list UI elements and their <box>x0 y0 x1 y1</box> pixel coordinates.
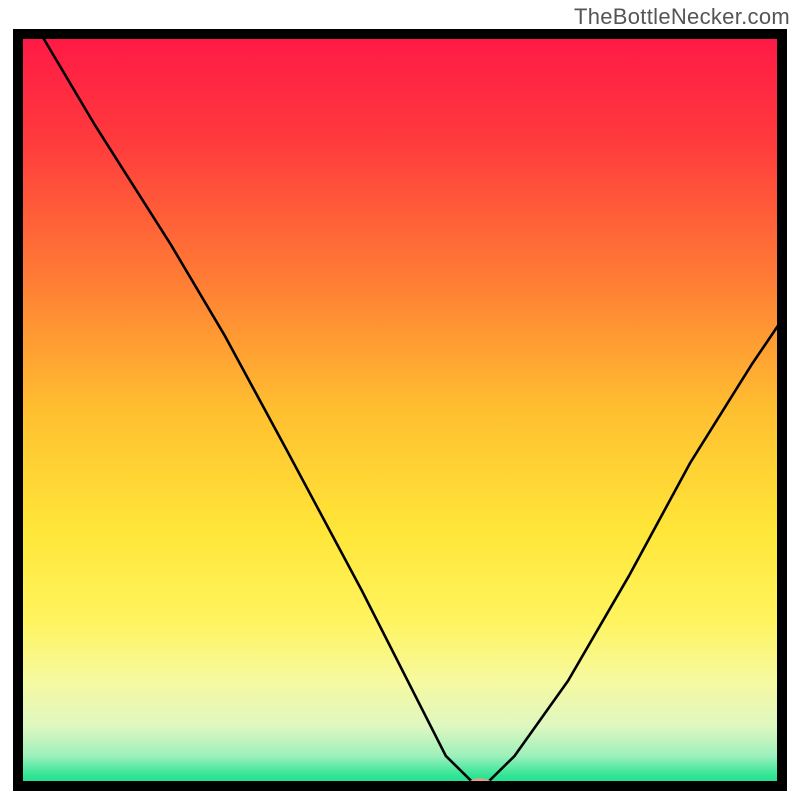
gradient-background <box>18 34 782 786</box>
bottleneck-plot <box>12 28 788 792</box>
chart-container: TheBottleNecker.com <box>0 0 800 800</box>
watermark-text: TheBottleNecker.com <box>574 4 790 30</box>
